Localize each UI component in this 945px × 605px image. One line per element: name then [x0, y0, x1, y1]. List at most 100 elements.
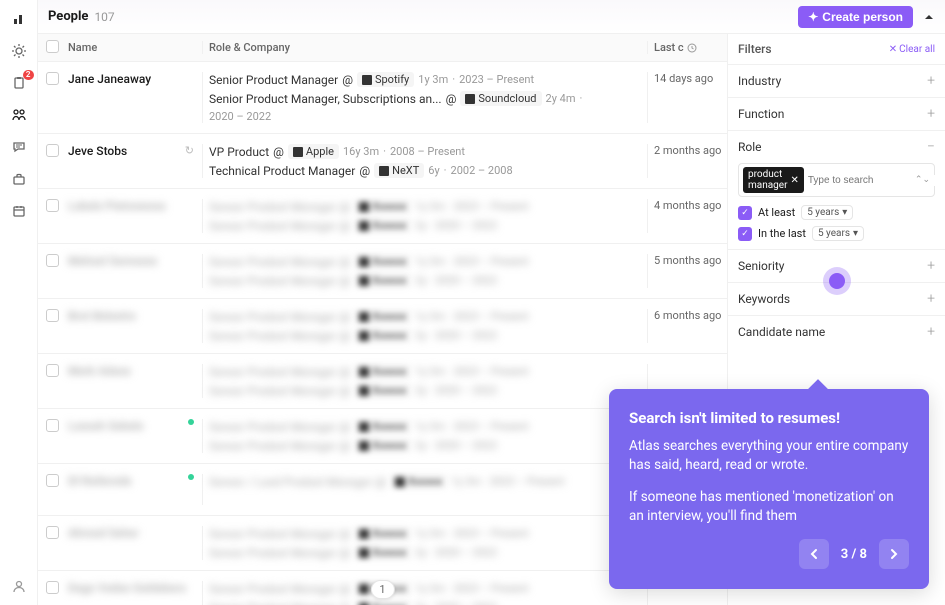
company-logo-icon	[359, 367, 369, 377]
row-checkbox[interactable]	[46, 474, 59, 487]
table-row[interactable]: Brxt Bxlxxtrx Sxnxxr Prxdxxt Mxnxgxr @ X…	[38, 299, 727, 354]
tour-beacon[interactable]	[829, 273, 845, 289]
row-checkbox[interactable]	[46, 419, 59, 432]
row-checkbox[interactable]	[46, 254, 59, 267]
refresh-icon[interactable]: ↻	[185, 144, 194, 157]
tooltip-p2: If someone has mentioned 'monetization' …	[629, 488, 909, 527]
person-name: Dl Rxtlxrxdx	[68, 474, 132, 488]
clock-icon	[687, 43, 697, 53]
plus-icon: +	[927, 106, 935, 122]
table-row[interactable]: Lxbxlx Pixtnxwxxx Sxnxxr Prxdxxt Mxnxgxr…	[38, 189, 727, 244]
person-name: Ahrxxd Sxhxr	[68, 526, 139, 540]
plus-icon: +	[927, 258, 935, 274]
topbar: People 107 ✦ Create person	[38, 0, 945, 34]
select-all-checkbox[interactable]	[46, 40, 59, 53]
people-icon[interactable]	[10, 106, 28, 124]
filter-function[interactable]: Function +	[728, 97, 945, 130]
filters-title: Filters	[738, 42, 772, 56]
in-last-option: ✓ In the last 5 years ▾	[738, 226, 935, 241]
company-chip[interactable]: Xxxxxx	[354, 309, 411, 324]
checkbox-checked-icon[interactable]: ✓	[738, 227, 752, 241]
row-checkbox[interactable]	[46, 581, 59, 594]
role-tag: product manager ✕	[743, 167, 804, 193]
chevron-updown-icon: ⌃⌄	[915, 175, 930, 185]
calendar-icon[interactable]	[10, 202, 28, 220]
dot-separator: ·	[444, 164, 447, 177]
logo-icon[interactable]	[10, 10, 28, 28]
row-checkbox[interactable]	[46, 144, 59, 157]
filter-role-header[interactable]: Role −	[738, 139, 935, 155]
company-chip[interactable]: Xxxxxx	[354, 254, 411, 269]
clear-all-button[interactable]: ✕ Clear all	[889, 44, 935, 55]
role-tag-input[interactable]: product manager ✕ ⌃⌄	[738, 163, 935, 197]
tour-next-button[interactable]	[879, 539, 909, 569]
clipboard-icon[interactable]: 2	[10, 74, 28, 92]
row-checkbox[interactable]	[46, 199, 59, 212]
at-symbol: @	[273, 145, 284, 159]
person-name: Lxbxlx Pixtnxwxxx	[68, 199, 166, 213]
col-header-role[interactable]: Role & Company	[202, 41, 647, 54]
company-chip[interactable]: Xxxxxx	[354, 600, 411, 605]
create-person-label: Create person	[822, 10, 903, 24]
company-chip[interactable]: Xxxxxx	[354, 438, 411, 453]
position-line: Senior Product Manager, Subscriptions an…	[209, 91, 647, 123]
page-current[interactable]: 1	[370, 580, 394, 599]
badge: 2	[23, 70, 34, 80]
position-range: 2020 – 2022	[209, 110, 271, 123]
company-chip[interactable]: Xxxxxx	[354, 218, 411, 233]
remove-tag-icon[interactable]: ✕	[790, 175, 798, 186]
page-title: People	[48, 9, 88, 24]
position-title: Senior Product Manager	[209, 73, 338, 87]
clear-all-label: Clear all	[899, 44, 935, 55]
person-name: Brxt Bxlxxtrx	[68, 309, 136, 323]
filter-candidate-name[interactable]: Candidate name +	[728, 315, 945, 348]
x-icon: ✕	[889, 44, 897, 55]
row-checkbox[interactable]	[46, 72, 59, 85]
company-chip[interactable]: Soundcloud	[460, 91, 541, 106]
company-chip[interactable]: Xxxxxx	[354, 199, 411, 214]
company-logo-icon	[359, 584, 369, 594]
chat-icon[interactable]	[10, 138, 28, 156]
row-checkbox[interactable]	[46, 526, 59, 539]
row-checkbox[interactable]	[46, 309, 59, 322]
table-row[interactable]: Mxhxxl Sxmxxxx Sxnxxr Prxdxxt Mxnxgxr @ …	[38, 244, 727, 299]
plus-icon: +	[927, 324, 935, 340]
company-chip[interactable]: Xxxxxx	[354, 526, 411, 541]
at-least-select[interactable]: 5 years ▾	[801, 205, 853, 220]
company-chip[interactable]: Xxxxxx	[354, 273, 411, 288]
company-chip[interactable]: Xxxxxx	[354, 328, 411, 343]
table-row[interactable]: Jane Janeaway Senior Product Manager @ S…	[38, 62, 727, 134]
company-chip[interactable]: Xxxxxx	[354, 419, 411, 434]
company-logo-icon	[359, 548, 369, 558]
col-header-name[interactable]: Name	[62, 41, 202, 54]
briefcase-icon[interactable]	[10, 170, 28, 188]
table-header-row: Name Role & Company Last c	[38, 34, 727, 62]
user-avatar-icon[interactable]	[10, 577, 28, 595]
people-count: 107	[94, 10, 114, 24]
company-logo-icon	[359, 441, 369, 451]
col-header-last[interactable]: Last c	[647, 41, 727, 54]
position-tenure: 16y 3m	[343, 145, 379, 158]
company-chip[interactable]: NeXT	[374, 163, 424, 178]
create-person-button[interactable]: ✦ Create person	[798, 6, 913, 28]
at-least-label: At least	[758, 206, 795, 219]
company-chip[interactable]: Xxxxxx	[354, 545, 411, 560]
table-row[interactable]: Jeve Stobs↻ VP Product @ Apple 16y 3m · …	[38, 134, 727, 189]
collapse-icon[interactable]	[923, 11, 935, 23]
checkbox-checked-icon[interactable]: ✓	[738, 206, 752, 220]
company-chip[interactable]: Xxxxxx	[354, 383, 411, 398]
company-chip[interactable]: Spotify	[357, 72, 414, 87]
company-logo-icon	[465, 94, 475, 104]
company-chip[interactable]: Xxxxxx	[390, 474, 447, 489]
company-chip[interactable]: Apple	[288, 144, 339, 159]
in-last-select[interactable]: 5 years ▾	[812, 226, 864, 241]
sun-icon[interactable]	[10, 42, 28, 60]
filter-industry[interactable]: Industry +	[728, 64, 945, 97]
tour-prev-button[interactable]	[799, 539, 829, 569]
row-checkbox[interactable]	[46, 364, 59, 377]
company-logo-icon	[359, 276, 369, 286]
nav-sidebar: 2	[0, 0, 38, 605]
last-contact: 14 days ago	[647, 72, 727, 123]
chevron-down-icon: ▾	[853, 228, 858, 239]
company-chip[interactable]: Xxxxxx	[354, 364, 411, 379]
